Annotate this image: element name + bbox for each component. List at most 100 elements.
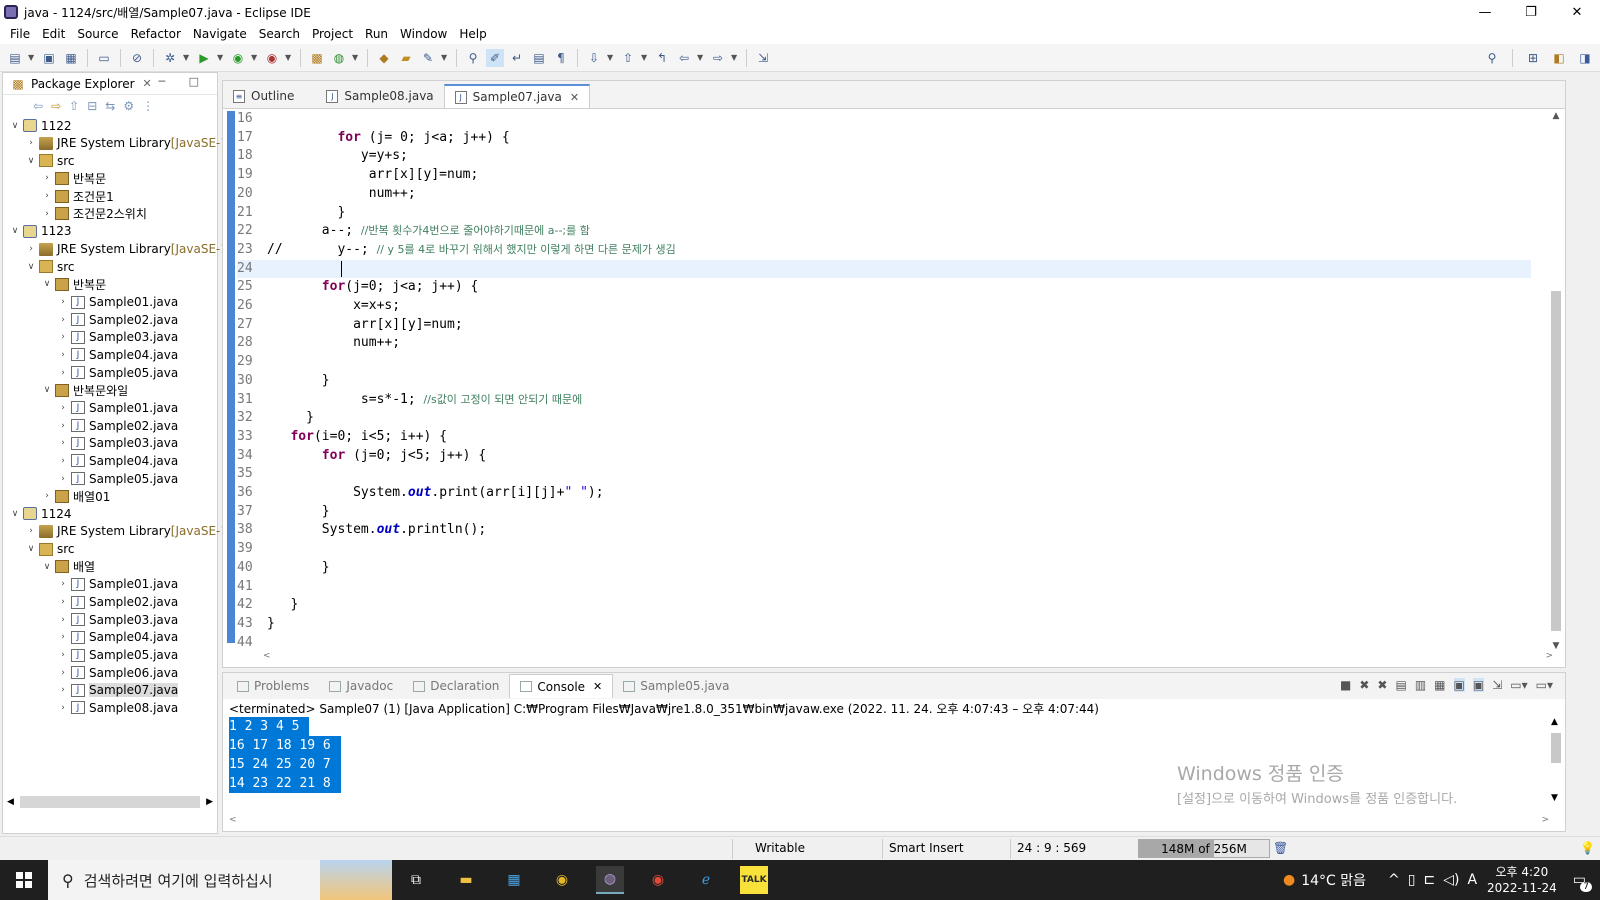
code-line[interactable]: 30 } [237, 372, 330, 391]
chevron-right-icon[interactable]: › [57, 668, 69, 678]
tree-item[interactable]: ∨ 반복문 [41, 276, 106, 293]
chevron-down-icon[interactable]: ▼ [251, 53, 259, 62]
horizontal-scrollbar[interactable]: ◀ ▶ [7, 795, 213, 809]
chevron-right-icon[interactable]: › [41, 191, 53, 201]
chevron-down-icon[interactable]: ▼ [285, 53, 293, 62]
java-ee-perspective-icon[interactable]: ◧ [1550, 49, 1568, 67]
code-line[interactable]: 36 System.out.print(arr[i][j]+" "); [237, 484, 604, 503]
display-console-icon[interactable]: ▭▾ [1510, 678, 1527, 692]
code-line[interactable]: 40 } [237, 559, 330, 578]
tree-item[interactable]: ∨ 1124 [9, 505, 72, 522]
scroll-right-icon[interactable]: ▶ [206, 797, 213, 807]
weather-text[interactable]: 14°C 맑음 [1301, 870, 1366, 890]
console-output[interactable]: 1 2 3 4 5 16 17 18 19 6 15 24 25 20 7 14… [229, 717, 341, 793]
chevron-down-icon[interactable]: ∨ [41, 279, 53, 289]
code-line[interactable]: 38 System.out.println(); [237, 521, 486, 540]
editor-vertical-scrollbar[interactable]: ▲ ▼ [1549, 111, 1563, 651]
tree-item[interactable]: › J Sample06.java [57, 664, 178, 681]
chevron-right-icon[interactable]: › [57, 297, 69, 307]
chevron-right-icon[interactable]: › [57, 474, 69, 484]
open-perspective-icon[interactable]: ⊞ [1524, 49, 1542, 67]
show-whitespace-icon[interactable]: ¶ [552, 49, 570, 67]
tree-item[interactable]: › J Sample08.java [57, 699, 178, 716]
editor-horizontal-scrollbar[interactable]: < > [263, 651, 1553, 663]
code-line[interactable]: 26 x=x+s; [237, 297, 400, 316]
code-line[interactable]: 37 } [237, 503, 330, 522]
chevron-right-icon[interactable]: › [57, 421, 69, 431]
chevron-right-icon[interactable]: › [57, 650, 69, 660]
tree-item[interactable]: › J Sample01.java [57, 399, 178, 416]
tree-item[interactable]: › J Sample04.java [57, 346, 178, 363]
tree-item[interactable]: › J Sample04.java [57, 629, 178, 646]
tree-item[interactable]: › J Sample02.java [57, 311, 178, 328]
console-output-line[interactable]: 15 24 25 20 7 [229, 755, 341, 774]
pin-console-icon[interactable]: ⇲ [1492, 678, 1502, 692]
console-panel-tab[interactable]: Problems [227, 674, 319, 698]
chevron-right-icon[interactable]: › [57, 456, 69, 466]
tip-icon[interactable]: 💡 [1580, 841, 1595, 855]
heap-status[interactable]: 148M of 256M [1138, 839, 1270, 858]
last-edit-icon[interactable]: ↰ [653, 49, 671, 67]
filter-icon[interactable]: ⚙ [123, 99, 134, 113]
code-line[interactable]: 29 [237, 353, 267, 372]
menu-window[interactable]: Window [394, 27, 453, 41]
tree-item[interactable]: › 조건문2스위치 [41, 205, 147, 222]
package-explorer-title[interactable]: Package Explorer [31, 77, 135, 91]
chevron-right-icon[interactable]: › [25, 138, 37, 148]
tree-item[interactable]: ∨ src [25, 258, 75, 275]
scroll-left-icon[interactable]: < [229, 815, 237, 825]
tree-item[interactable]: › J Sample03.java [57, 435, 178, 452]
external-tools-icon[interactable]: ◉ [263, 49, 281, 67]
new-class-icon[interactable]: ◍ [330, 49, 348, 67]
menu-edit[interactable]: Edit [36, 27, 71, 41]
chevron-down-icon[interactable]: ▼ [441, 53, 449, 62]
new-package-icon[interactable]: ▩ [308, 49, 326, 67]
show-on-error-icon[interactable]: ▣ [1472, 678, 1485, 692]
chevron-right-icon[interactable]: › [57, 403, 69, 413]
scroll-left-icon[interactable]: < [263, 651, 271, 661]
tree-item[interactable]: ∨ 반복문와일 [41, 382, 128, 399]
eclipse-taskbar-icon[interactable]: ◍ [596, 866, 624, 894]
open-console-icon[interactable]: ▭▾ [1536, 678, 1553, 692]
console-panel-tab[interactable]: Console ✕ [509, 674, 614, 698]
code-line[interactable]: 21 } [237, 204, 345, 223]
pin-editor-icon[interactable]: ⇲ [754, 49, 772, 67]
chevron-right-icon[interactable]: › [25, 526, 37, 536]
insert-mode-status[interactable]: Smart Insert [889, 841, 964, 855]
store-icon[interactable]: ▦ [500, 866, 528, 894]
code-line[interactable]: 20 num++; [237, 185, 416, 204]
search-tool-icon[interactable]: ✎ [419, 49, 437, 67]
search-icon[interactable]: ⚲ [1483, 49, 1501, 67]
chevron-right-icon[interactable]: › [57, 685, 69, 695]
minimize-button[interactable]: — [1462, 0, 1508, 24]
chevron-down-icon[interactable]: ▼ [217, 53, 225, 62]
tree-item[interactable]: ∨ 1123 [9, 223, 72, 240]
code-line[interactable]: 17 for (j= 0; j<a; j++) { [237, 129, 510, 148]
tree-item[interactable]: › J Sample05.java [57, 364, 178, 381]
open-type-icon[interactable]: ◆ [375, 49, 393, 67]
chrome-profile-icon[interactable]: ◉ [644, 866, 672, 894]
code-line[interactable]: 44 [237, 634, 267, 653]
battery-icon[interactable]: ▯ [1408, 872, 1416, 888]
tree-item[interactable]: › J Sample03.java [57, 329, 178, 346]
menu-refactor[interactable]: Refactor [125, 27, 187, 41]
console-output-line[interactable]: 1 2 3 4 5 [229, 717, 310, 736]
chevron-right-icon[interactable]: › [41, 173, 53, 183]
scroll-down-icon[interactable]: ▼ [1551, 793, 1558, 803]
tree-item[interactable]: › J Sample02.java [57, 594, 178, 611]
next-annotation-icon[interactable]: ⇩ [585, 49, 603, 67]
chevron-down-icon[interactable]: ▼ [352, 53, 360, 62]
chevron-down-icon[interactable]: ∨ [25, 156, 37, 166]
back-icon[interactable]: ⇦ [675, 49, 693, 67]
chevron-right-icon[interactable]: › [57, 315, 69, 325]
tree-item[interactable]: › 조건문1 [41, 188, 114, 205]
link-with-editor-icon[interactable]: ⇆ [105, 99, 115, 113]
console-output-line[interactable]: 16 17 18 19 6 [229, 736, 341, 755]
chevron-down-icon[interactable]: ∨ [41, 385, 53, 395]
console-horizontal-scrollbar[interactable]: < > [229, 815, 1549, 827]
tree-item[interactable]: › 반복문 [41, 170, 106, 187]
coverage-icon[interactable]: ◉ [229, 49, 247, 67]
annotation-icon[interactable]: ⚲ [464, 49, 482, 67]
code-line[interactable]: 33 for(i=0; i<5; i++) { [237, 428, 447, 447]
chevron-down-icon[interactable]: ∨ [41, 562, 53, 572]
